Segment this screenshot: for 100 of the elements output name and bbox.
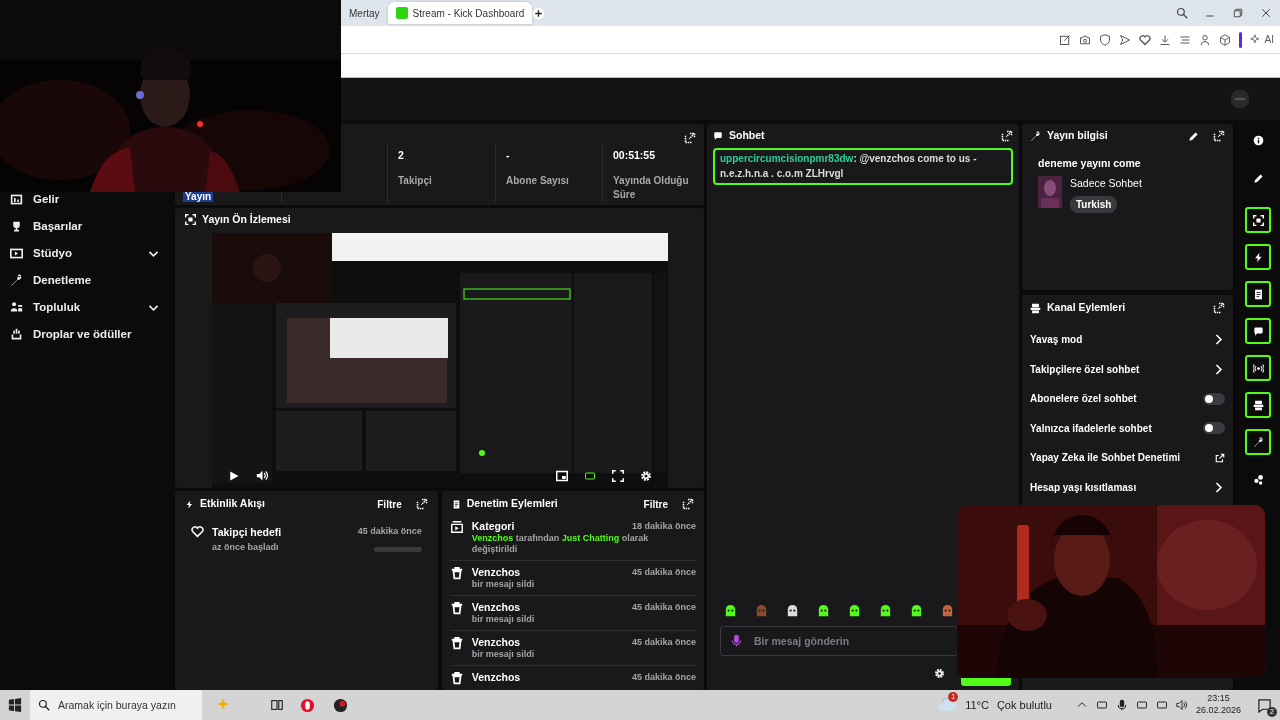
search-icon[interactable] [1176,7,1188,19]
emote-icon[interactable] [847,603,862,618]
sidebar-item[interactable]: Droplar ve ödüller [33,325,160,344]
rail-button[interactable] [1245,355,1271,381]
message-field[interactable]: Bir mesaj gönderin [720,626,958,656]
emote-icon[interactable] [878,603,893,618]
browser-tab[interactable]: Stream - Kick Dashboard [387,2,533,24]
task-view-icon[interactable] [270,698,284,712]
event-title: Takipçi hedefi [212,525,283,540]
popout-icon[interactable] [1001,130,1013,142]
filter-button[interactable]: Filtre [377,496,402,512]
rail-button[interactable] [1245,318,1271,344]
action-label[interactable]: Yalnızca ifadelerle sohbet [1030,420,1152,436]
toggle-switch[interactable] [1203,422,1225,435]
new-tab-icon[interactable] [532,6,546,20]
heart-icon[interactable] [1138,33,1151,46]
rail-button[interactable] [1245,429,1271,455]
stat-label: Abone Sayısı [506,173,570,188]
action-label[interactable]: Yapay Zeka ile Sohbet Denetimi [1030,450,1181,466]
action-label[interactable]: Hesap yaşı kısıtlaması [1030,479,1137,495]
popout-icon[interactable] [684,132,696,144]
cube-icon[interactable] [1218,33,1231,46]
action-detail: bir mesajı sildi [471,649,536,660]
emote-icon[interactable] [785,603,800,618]
popout-icon[interactable] [415,498,428,510]
toggle-switch[interactable] [1203,392,1225,405]
action-label[interactable]: Yavaş mod [1030,332,1083,348]
action-title: Venzchos [471,671,522,683]
channel-avatar-icon[interactable] [1230,89,1250,109]
search-icon [38,699,50,711]
event-time: 45 dakika önce [357,525,422,538]
restore-icon[interactable] [1232,7,1244,19]
panel-title: Yayın bilgisi [1047,128,1108,144]
focus-icon [1252,214,1264,226]
pip-icon[interactable] [555,469,568,482]
ai-button[interactable]: AI [1249,32,1274,47]
temperature: 11°C [965,697,989,713]
bubbles-icon [1252,473,1264,485]
notification-icon[interactable] [1257,698,1272,714]
action-label[interactable]: Takipçilere özel sohbet [1030,361,1140,377]
panel-title: Denetim Eylemleri [466,496,558,512]
edit-icon[interactable] [1188,130,1199,142]
volume-icon[interactable] [255,469,269,482]
stat-label: Yayında Olduğu Süre [613,173,690,202]
person-icon[interactable] [1198,33,1211,46]
download-icon[interactable] [1158,33,1171,46]
trash-icon [449,671,464,685]
app-icon[interactable] [333,697,348,713]
action-time: 18 dakika önce [631,520,696,532]
language-tag[interactable]: Turkish [1070,195,1118,213]
clock-date[interactable]: 26.02.2026 [1195,705,1241,717]
shield-icon[interactable] [1098,33,1111,46]
external-link-icon[interactable] [1215,452,1225,463]
wrench-icon [1030,130,1041,142]
rail-button[interactable] [1245,244,1271,270]
popout-icon[interactable] [682,498,694,510]
info-icon [1252,134,1264,146]
filter-button[interactable]: Filtre [643,496,668,512]
rail-button[interactable] [1245,207,1271,233]
sidebar-icon [10,247,23,260]
close-icon[interactable] [1260,7,1272,19]
edit-icon[interactable] [1058,33,1071,46]
sidebar-item[interactable]: Gelir [33,190,160,209]
action-time: 45 dakika önce [631,636,696,648]
action-time: 45 dakika önce [631,671,696,683]
emote-icon[interactable] [816,603,831,618]
sidebar-item[interactable]: Denetleme [33,271,160,290]
popout-icon[interactable] [1213,130,1225,142]
settings-icon[interactable] [934,667,945,679]
opera-icon[interactable] [300,697,315,713]
microphone-icon[interactable] [730,634,743,647]
screen-icon[interactable] [583,469,596,482]
emote-icon[interactable] [909,603,924,618]
sidebar-item[interactable]: Topluluk [33,298,137,317]
category-name[interactable]: Sadece Sohbet [1070,175,1142,192]
send-icon[interactable] [1118,33,1131,46]
camera-icon[interactable] [1078,33,1091,46]
document-icon [451,499,461,509]
browser-tab[interactable]: Mertay [341,2,388,24]
stat-value: - [506,148,511,163]
emote-icon[interactable] [723,603,738,618]
rail-button[interactable] [1245,281,1271,307]
weather-icon[interactable] [939,696,958,714]
chat-icon [713,131,723,141]
wrench-icon [1252,436,1264,448]
clock-time[interactable]: 23:15 [1207,693,1230,705]
settings-icon[interactable] [639,469,652,482]
popout-icon[interactable] [1213,302,1225,314]
stack-icon [1252,399,1264,411]
taskbar-search[interactable]: Aramak için buraya yazın [30,690,202,720]
sidebar-item[interactable]: Stüdyo [33,244,137,263]
rail-button[interactable] [1245,392,1271,418]
sidebar-item[interactable]: Başarılar [33,217,160,236]
stat-label: Takipçi [398,173,433,188]
stack-icon [1030,302,1041,314]
sparkle-icon [1249,34,1261,45]
action-label[interactable]: Abonelere özel sohbet [1030,391,1137,407]
fullscreen-icon[interactable] [611,469,624,482]
volume-icon[interactable] [1175,699,1188,711]
play-icon[interactable] [227,469,240,482]
